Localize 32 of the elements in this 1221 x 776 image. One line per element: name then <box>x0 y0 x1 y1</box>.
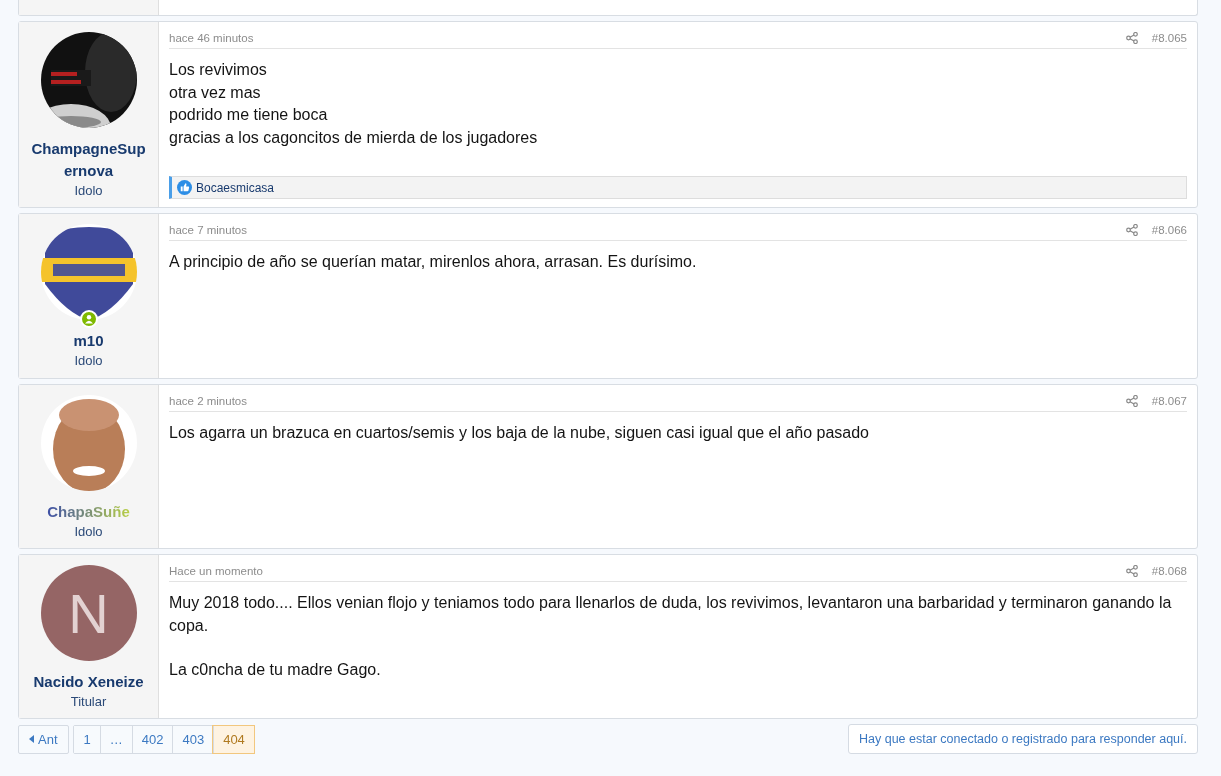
post-number[interactable]: #8.068 <box>1151 565 1187 577</box>
post-number[interactable]: #8.066 <box>1151 224 1187 236</box>
share-icon[interactable] <box>1125 395 1138 407</box>
previous-page-button[interactable]: Ant <box>18 724 69 754</box>
share-icon[interactable] <box>1125 32 1138 44</box>
post-text: A principio de año se querían matar, mirenlos ahora, arrasan. Es durísimo. <box>169 252 698 272</box>
username-link[interactable]: ChampagneSup ernova <box>28 138 149 182</box>
letter-avatar[interactable]: N <box>40 565 137 661</box>
page-link[interactable]: 404 <box>213 725 254 753</box>
reply-notice-button[interactable]: Hay que estar conectado o registrado para responder aquí. <box>848 724 1198 754</box>
post-time[interactable]: hace 2 minutos <box>169 395 247 407</box>
user-rank: Titular <box>70 694 107 709</box>
post-time[interactable]: Hace un momento <box>169 565 263 577</box>
post-text: Muy 2018 todo.... Ellos venian flojo y teniamos todo para llenarlos de duda, los revivimos, levantaron una barbaridad y terminaron ganando la copa. <box>169 593 1173 636</box>
user-rank: Idolo <box>74 183 103 198</box>
share-icon[interactable] <box>1125 565 1138 577</box>
username-link[interactable]: m10 <box>28 330 149 352</box>
post-text: Los revivimos otra vez mas podrido me tiene boca gracias a los cagoncitos de mierda de los jugadores <box>169 60 539 148</box>
like-icon <box>177 180 192 195</box>
share-icon[interactable] <box>1125 224 1138 236</box>
post-number[interactable]: #8.067 <box>1151 395 1187 407</box>
post-time[interactable]: hace 7 minutos <box>169 224 247 236</box>
reactions-bar[interactable]: Bocaesmicasa <box>169 176 1187 199</box>
post-time[interactable]: hace 46 minutos <box>169 32 254 44</box>
page-link[interactable]: 403 <box>172 725 214 753</box>
post-text: Los agarra un brazuca en cuartos/semis y los baja de la nube, siguen casi igual que el año pasado <box>169 423 870 443</box>
user-rank: Idolo <box>74 353 103 368</box>
post-text: La c0ncha de tu madre Gago. <box>169 660 382 680</box>
caret-left-icon <box>29 735 34 743</box>
post-number[interactable]: #8.065 <box>1151 32 1187 44</box>
user-rank: Idolo <box>74 524 103 539</box>
username-link[interactable]: Nacido Xeneize <box>28 671 149 693</box>
